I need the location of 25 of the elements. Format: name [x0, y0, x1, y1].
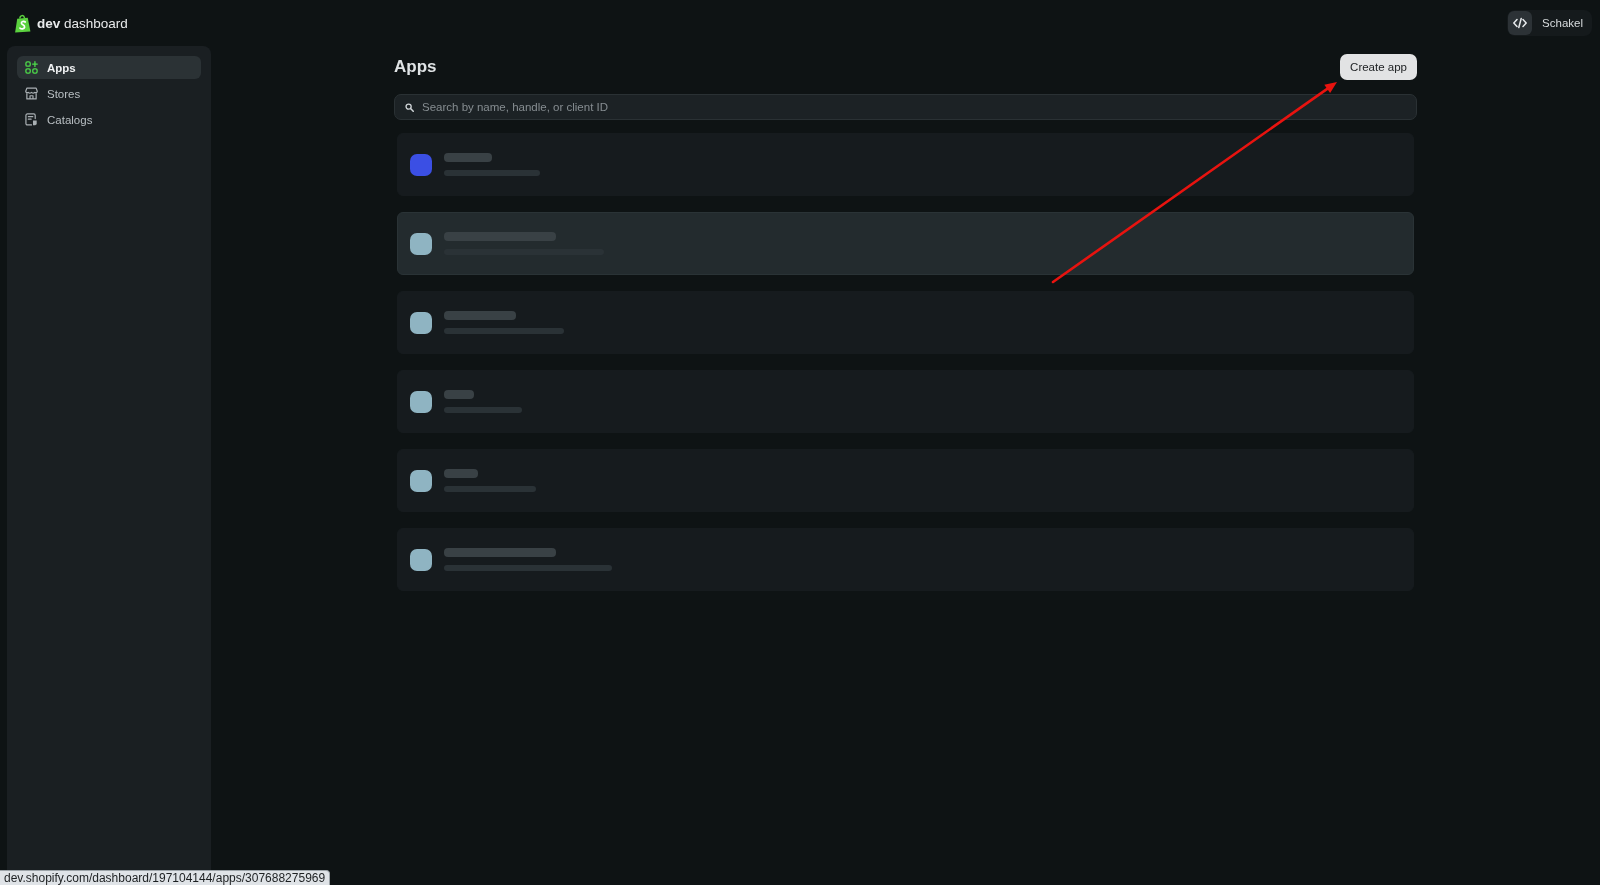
- page-title: Apps: [394, 56, 437, 77]
- blurred-text: [444, 311, 516, 320]
- code-icon: [1508, 11, 1533, 35]
- blurred-text: [444, 469, 478, 478]
- status-url: dev.shopify.com/dashboard/197104144/apps/307688275969: [0, 870, 331, 885]
- shopping-bag-logo-icon: [14, 13, 31, 33]
- sidebar-item[interactable]: Stores: [17, 82, 201, 105]
- search-field[interactable]: Search by name, handle, or client ID: [394, 94, 1417, 120]
- create-app-button[interactable]: Create app: [1340, 53, 1417, 80]
- blurred-text: [444, 153, 492, 162]
- app-row[interactable]: [397, 212, 1414, 275]
- app-row[interactable]: [397, 528, 1414, 591]
- apps-grid-icon: [25, 61, 38, 74]
- storefront-icon: [25, 87, 38, 100]
- app-row[interactable]: [397, 370, 1414, 433]
- app-row[interactable]: [397, 449, 1414, 512]
- blurred-text: [444, 390, 474, 399]
- brand-name: dev dashboard: [37, 15, 128, 31]
- sidebar-item[interactable]: Catalogs: [17, 108, 201, 131]
- catalog-document-icon: [25, 113, 38, 126]
- sidebar-item[interactable]: Apps: [17, 56, 201, 79]
- app-row[interactable]: [397, 133, 1414, 196]
- app-row[interactable]: [397, 291, 1414, 354]
- user-button[interactable]: Schakel: [1507, 10, 1592, 36]
- search-icon: [405, 103, 414, 112]
